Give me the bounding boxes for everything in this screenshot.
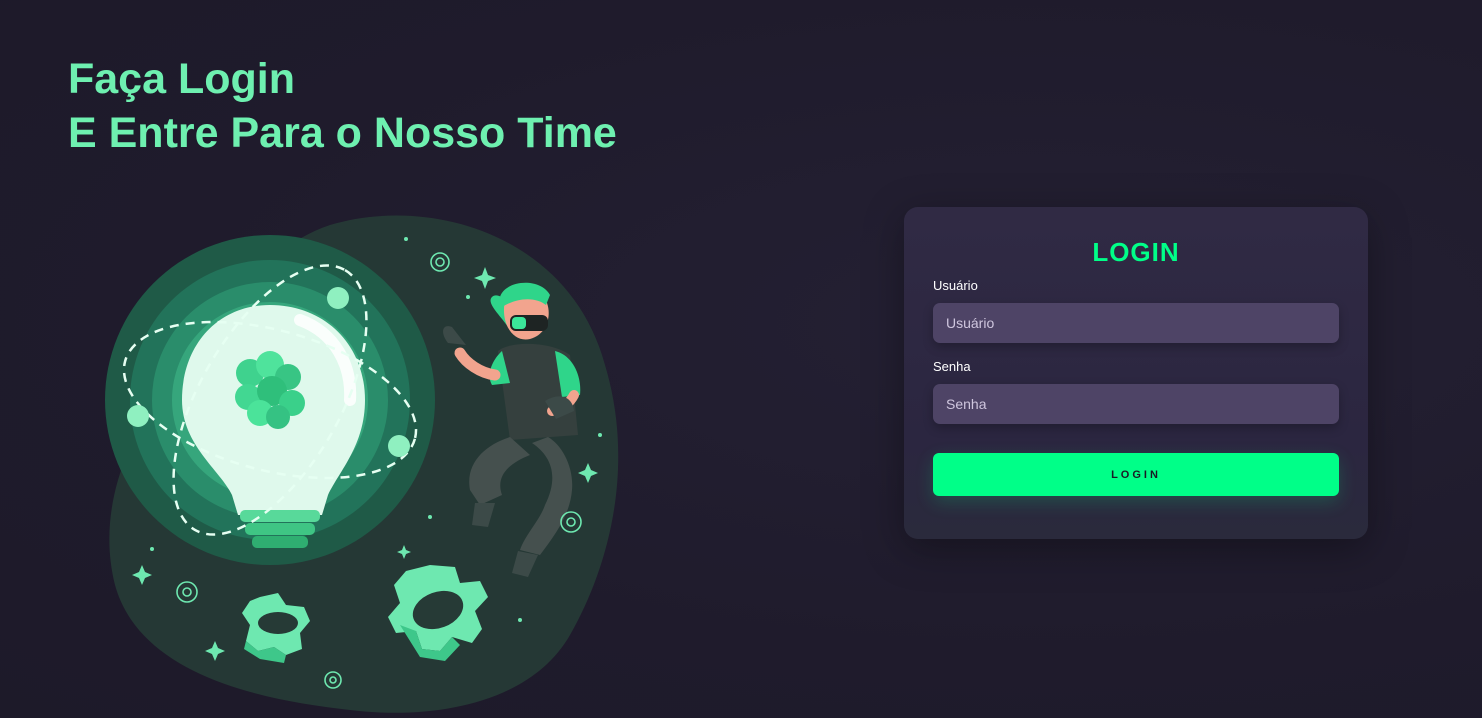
username-label: Usuário (933, 278, 978, 293)
hero-title-line-1: Faça Login (68, 55, 295, 103)
password-label: Senha (933, 359, 971, 374)
orbit-dot (388, 435, 410, 457)
login-card: LOGIN Usuário Senha LOGIN (904, 207, 1368, 539)
hero-title: Faça Login E Entre Para o Nosso Time (68, 52, 617, 160)
orbit-dot (127, 405, 149, 427)
login-button[interactable]: LOGIN (933, 453, 1339, 496)
login-card-title: LOGIN (1092, 237, 1180, 267)
orbit-dot (327, 287, 349, 309)
team-illustration (105, 215, 619, 713)
username-input[interactable] (933, 303, 1339, 343)
hero-title-line-2: E Entre Para o Nosso Time (68, 109, 617, 157)
password-input[interactable] (933, 384, 1339, 424)
login-page: Faça Login E Entre Para o Nosso Time LOG… (0, 0, 1482, 718)
